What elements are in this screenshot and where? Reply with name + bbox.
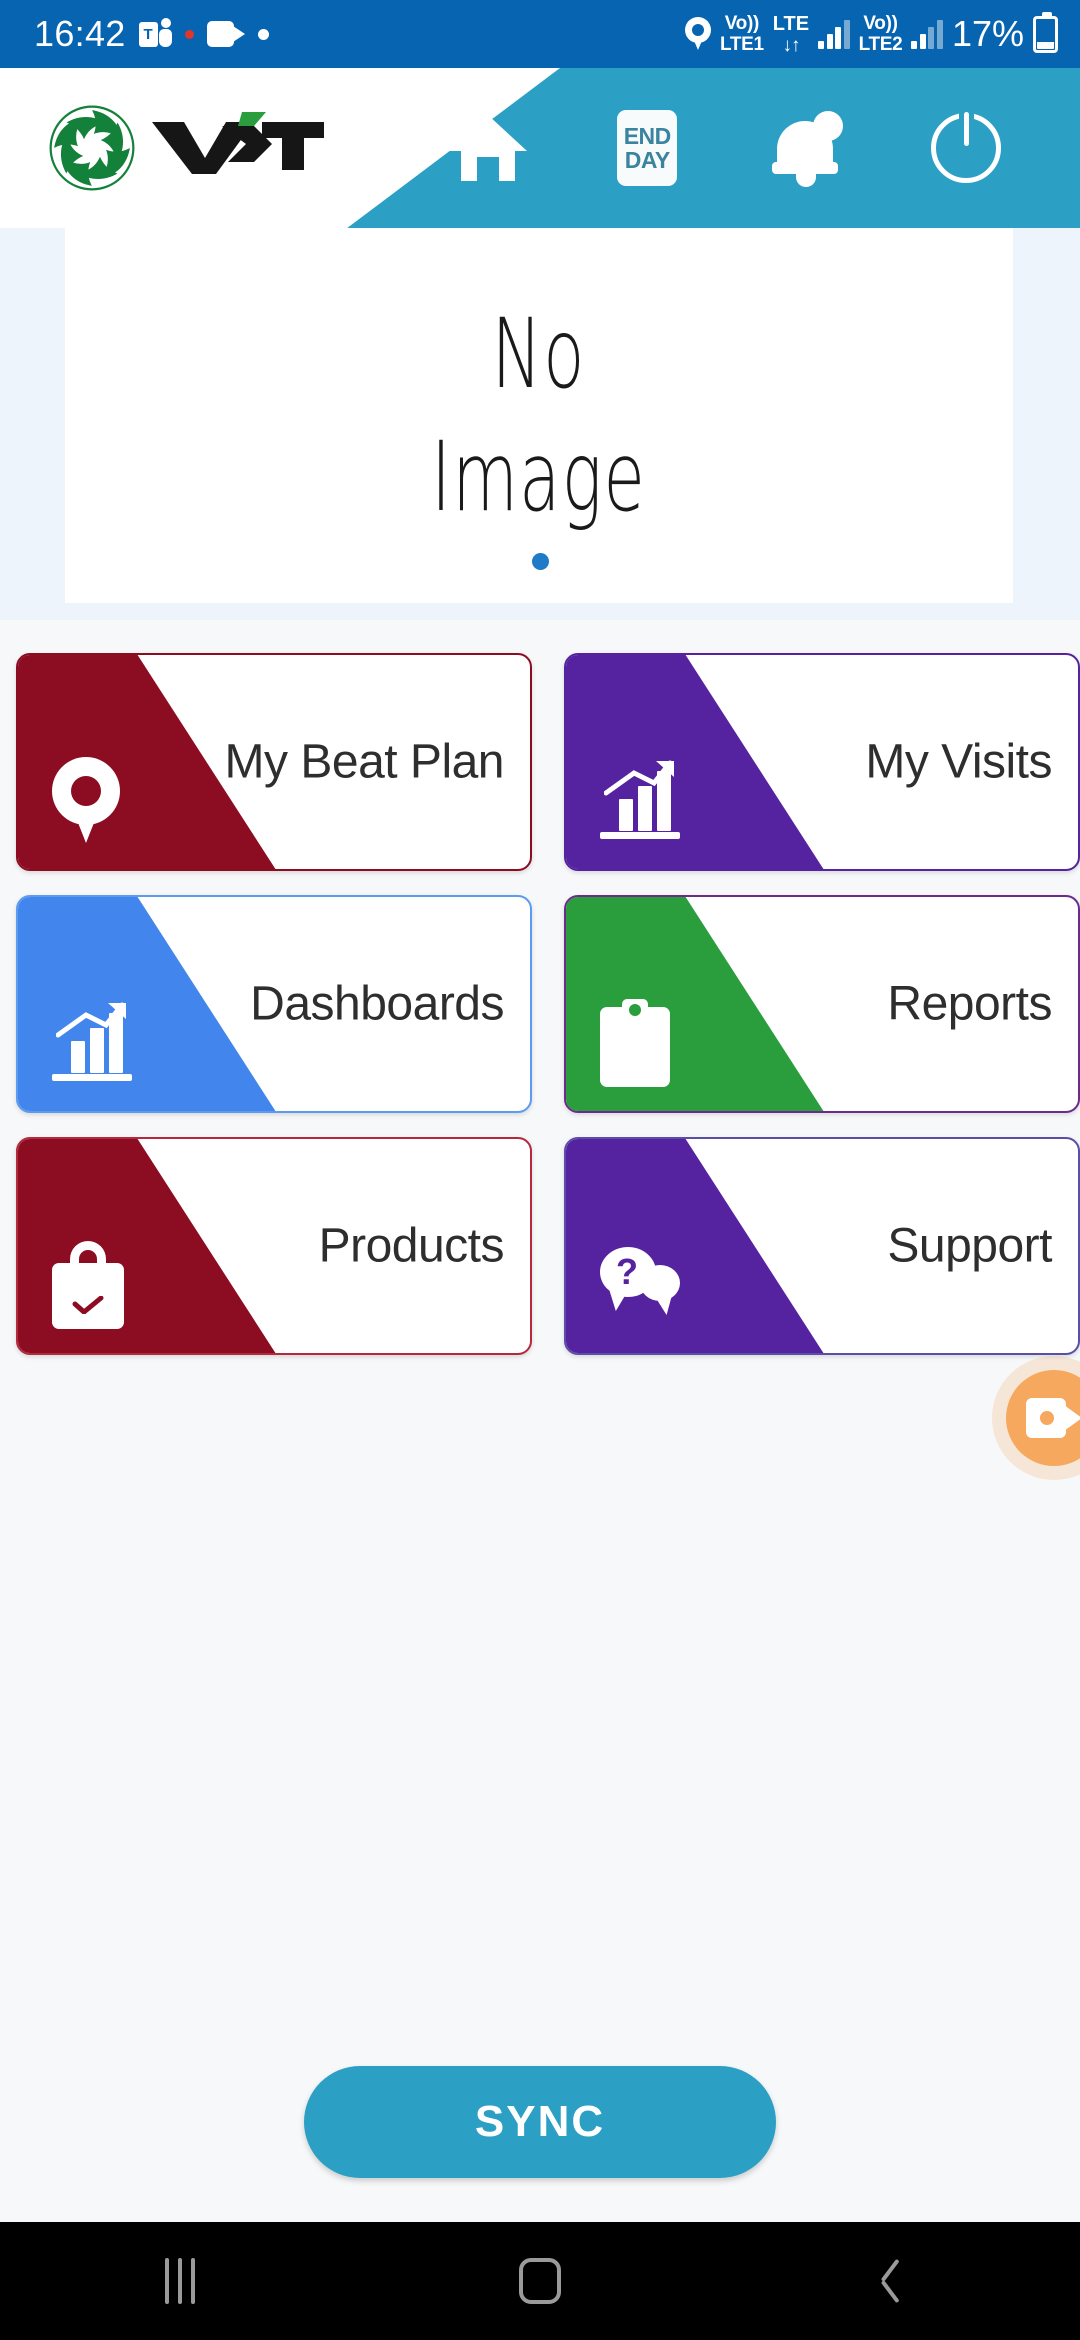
carousel-slide[interactable]: No Image — [65, 228, 1013, 603]
tile-label: My Beat Plan — [224, 735, 505, 789]
recents-icon — [165, 2258, 195, 2304]
home-button[interactable] — [440, 100, 536, 196]
bell-icon — [771, 111, 843, 187]
shopping-bag-check-icon — [52, 1241, 132, 1329]
sim1-volte-top: Vo)) — [724, 13, 760, 34]
no-image-placeholder: No Image — [431, 293, 646, 539]
end-day-line1: END — [623, 122, 672, 149]
recording-red-dot-icon — [184, 29, 194, 39]
tile-row-2: Dashboards Reports — [0, 895, 1080, 1113]
sim2-volte-bottom: LTE2 — [858, 34, 903, 55]
vst-swirl-logo-icon — [48, 104, 136, 192]
tile-my-visits[interactable]: My Visits — [564, 653, 1080, 871]
teams-icon: T — [138, 17, 172, 51]
app-header: END DAY — [0, 68, 1080, 228]
android-navigation-bar — [0, 2222, 1080, 2340]
bar-chart-up-icon — [52, 999, 132, 1085]
header-actions: END DAY — [400, 68, 1080, 228]
end-day-button[interactable]: END DAY — [599, 100, 695, 196]
lte-data-indicator: LTE ↓↑ — [773, 14, 809, 55]
carousel-dots[interactable] — [0, 553, 1080, 570]
tile-label: Reports — [887, 977, 1052, 1031]
tile-support[interactable]: ? Support — [564, 1137, 1080, 1355]
sim1-volte-indicator: Vo)) LTE1 — [720, 14, 764, 54]
end-day-line2: DAY — [624, 147, 670, 173]
notifications-button[interactable] — [759, 100, 855, 196]
location-pin-icon — [52, 757, 132, 843]
tile-dashboards[interactable]: Dashboards — [16, 895, 532, 1113]
signal-bars-sim2-icon — [911, 19, 943, 49]
sim2-volte-indicator: Vo)) LTE2 — [859, 14, 903, 54]
back-chevron-icon — [886, 2258, 914, 2304]
signal-bars-sim1-icon — [818, 19, 850, 49]
lte-label: LTE — [772, 12, 810, 35]
tile-label: Products — [318, 1219, 505, 1273]
power-icon — [931, 112, 1002, 183]
help-chat-icon: ? — [600, 1241, 680, 1327]
battery-icon — [1033, 11, 1058, 53]
home-square-icon — [519, 2258, 561, 2304]
carousel-dot-active[interactable] — [531, 553, 549, 570]
battery-percent: 17% — [951, 13, 1024, 54]
video-camera-icon — [1026, 1398, 1080, 1438]
menu-tile-grid: My Beat Plan My Visits Dashboards Report… — [0, 653, 1080, 1379]
screen-record-button[interactable] — [1006, 1370, 1080, 1466]
clipboard-icon — [600, 999, 680, 1087]
recents-button[interactable] — [105, 2222, 255, 2340]
power-button[interactable] — [918, 100, 1014, 196]
no-image-line2: Image — [431, 420, 647, 533]
tile-reports[interactable]: Reports — [564, 895, 1080, 1113]
sim2-volte-top: Vo)) — [863, 13, 898, 34]
status-time: 16:42 — [34, 13, 126, 54]
tile-my-beat-plan[interactable]: My Beat Plan — [16, 653, 532, 871]
tile-label: My Visits — [865, 735, 1052, 789]
status-bar-right: Vo)) LTE1 LTE ↓↑ Vo)) LTE2 17% — [684, 11, 1058, 55]
bar-chart-up-icon — [600, 757, 680, 843]
tile-label: Dashboards — [250, 977, 504, 1031]
end-day-icon: END DAY — [617, 110, 678, 186]
location-pin-icon — [684, 17, 711, 51]
sync-button[interactable]: SYNC — [304, 2066, 776, 2178]
lte-arrows-icon: ↓↑ — [782, 34, 800, 56]
tile-row-1: My Beat Plan My Visits — [0, 653, 1080, 871]
status-bar-left: 16:42 T — [34, 13, 685, 55]
status-bar: 16:42 T Vo)) LTE1 LTE ↓↑ Vo)) LTE2 17% — [0, 0, 1080, 68]
home-icon — [448, 115, 527, 181]
back-button[interactable] — [825, 2222, 975, 2340]
tile-label: Support — [887, 1219, 1052, 1273]
notification-badge — [812, 111, 843, 141]
app-logo-text — [150, 112, 325, 184]
sim1-volte-bottom: LTE1 — [719, 34, 764, 55]
no-image-line1: No — [491, 297, 587, 410]
video-camera-icon — [206, 21, 245, 47]
home-nav-button[interactable] — [465, 2222, 615, 2340]
app-logo — [48, 104, 325, 192]
tile-products[interactable]: Products — [16, 1137, 532, 1355]
status-white-dot-icon — [257, 28, 269, 40]
tile-row-3: Products ? Support — [0, 1137, 1080, 1355]
